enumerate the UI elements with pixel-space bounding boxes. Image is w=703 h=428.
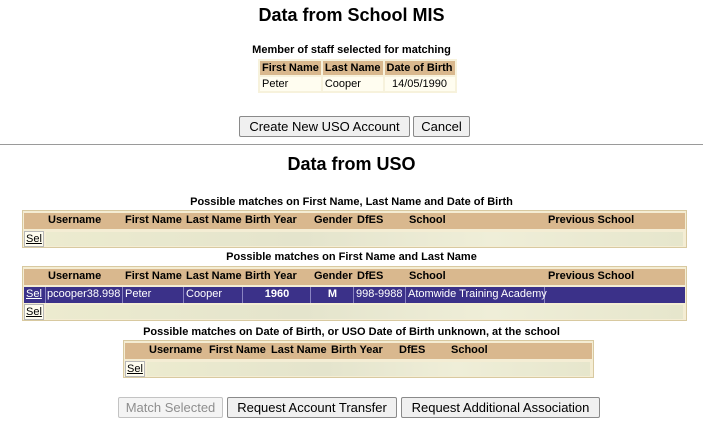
s2-sel-cell: Sel <box>24 287 46 303</box>
s1-h-previous-school: Previous School <box>548 214 635 226</box>
mis-header-dob: Date of Birth <box>384 61 455 75</box>
s2-school: Atomwide Training Academy <box>408 288 547 300</box>
request-additional-association-button[interactable]: Request Additional Association <box>401 397 600 418</box>
s2-h-previous-school: Previous School <box>548 270 635 282</box>
s2-redacted-data <box>46 305 683 319</box>
s2-last-name: Cooper <box>186 288 223 300</box>
section1-header-row: Username First Name Last Name Birth Year… <box>24 213 685 229</box>
s1-sel-link[interactable]: Sel <box>26 233 42 245</box>
create-uso-account-button[interactable]: Create New USO Account <box>239 116 410 137</box>
s1-h-first-name: First Name <box>125 214 182 226</box>
section3-blank-row: Sel <box>125 361 592 377</box>
s2-first-name-cell: Peter <box>123 287 184 303</box>
s3-h-first-name: First Name <box>209 344 266 356</box>
s2-sel-link-2[interactable]: Sel <box>26 306 42 318</box>
uso-title: Data from USO <box>287 154 416 174</box>
mis-title: Data from School MIS <box>258 5 445 25</box>
s2-last-name-cell: Cooper <box>184 287 243 303</box>
s2-birth-year-cell: 1960 <box>243 287 311 303</box>
s2-sel-cell-2: Sel <box>24 304 44 320</box>
s3-h-last-name: Last Name <box>271 344 327 356</box>
mis-table: First Name Last Name Date of Birth Peter… <box>258 59 457 93</box>
section2-match-row[interactable]: Sel pcooper38.998 Peter Cooper 1960 M 99… <box>24 287 685 303</box>
s1-sel-cell: Sel <box>24 231 44 247</box>
s3-h-birth-year: Birth Year <box>331 344 383 356</box>
s2-first-name: Peter <box>125 288 152 300</box>
s3-redacted-data <box>147 362 590 376</box>
s2-username-cell: pcooper38.998 <box>46 287 123 303</box>
section1-blank-row: Sel <box>24 231 685 247</box>
s2-h-school: School <box>409 270 446 282</box>
s2-h-birth-year: Birth Year <box>245 270 297 282</box>
mis-dob: 14/05/1990 <box>384 77 455 91</box>
section2-table: Username First Name Last Name Birth Year… <box>22 266 687 321</box>
mis-caption: Member of staff selected for matching <box>252 44 451 56</box>
s2-school-cell: Atomwide Training Academy <box>406 287 547 303</box>
s1-h-birth-year: Birth Year <box>245 214 297 226</box>
section2-blank-row: Sel <box>24 304 685 320</box>
section2-header-row: Username First Name Last Name Birth Year… <box>24 269 685 285</box>
s2-h-gender: Gender <box>314 270 353 282</box>
s1-h-last-name: Last Name <box>186 214 242 226</box>
s2-h-username: Username <box>48 270 102 282</box>
s2-gender-cell: M <box>311 287 354 303</box>
s3-sel-cell: Sel <box>125 361 145 377</box>
s2-birth-year: 1960 <box>264 288 290 300</box>
s2-h-last-name: Last Name <box>186 270 242 282</box>
s1-h-dfes: DfES <box>357 214 384 226</box>
s2-username: pcooper38.998 <box>47 288 121 300</box>
section3-table: Username First Name Last Name Birth Year… <box>123 340 594 378</box>
s2-gender: M <box>327 288 338 300</box>
s3-sel-link[interactable]: Sel <box>127 363 143 375</box>
mis-header-first-name: First Name <box>260 61 321 75</box>
section-divider <box>0 144 703 145</box>
s1-redacted-data <box>46 232 683 246</box>
section2-caption: Possible matches on First Name and Last … <box>226 251 477 263</box>
s2-dfes: 998-9988 <box>356 288 403 300</box>
s1-h-school: School <box>409 214 446 226</box>
section1-table: Username First Name Last Name Birth Year… <box>22 210 687 248</box>
s3-h-dfes: DfES <box>399 344 426 356</box>
match-selected-button[interactable]: Match Selected <box>118 397 223 418</box>
s3-h-username: Username <box>149 344 203 356</box>
s2-h-dfes: DfES <box>357 270 384 282</box>
section3-caption: Possible matches on Date of Birth, or US… <box>143 326 560 338</box>
mis-data-row: Peter Cooper 14/05/1990 <box>260 77 455 91</box>
mis-last-name: Cooper <box>322 77 383 91</box>
s2-sel-link[interactable]: Sel <box>26 288 42 300</box>
s3-h-school: School <box>451 344 488 356</box>
s1-h-gender: Gender <box>314 214 353 226</box>
s1-h-username: Username <box>48 214 102 226</box>
s2-previous-school-cell <box>545 287 685 303</box>
mis-header-last-name: Last Name <box>322 61 383 75</box>
mis-header-row: First Name Last Name Date of Birth <box>260 61 455 75</box>
s2-dfes-cell: 998-9988 <box>354 287 406 303</box>
cancel-button[interactable]: Cancel <box>413 116 470 137</box>
request-account-transfer-button[interactable]: Request Account Transfer <box>227 397 397 418</box>
section3-header-row: Username First Name Last Name Birth Year… <box>125 343 592 359</box>
s2-h-first-name: First Name <box>125 270 182 282</box>
section1-caption: Possible matches on First Name, Last Nam… <box>190 196 513 208</box>
mis-first-name: Peter <box>260 77 321 91</box>
